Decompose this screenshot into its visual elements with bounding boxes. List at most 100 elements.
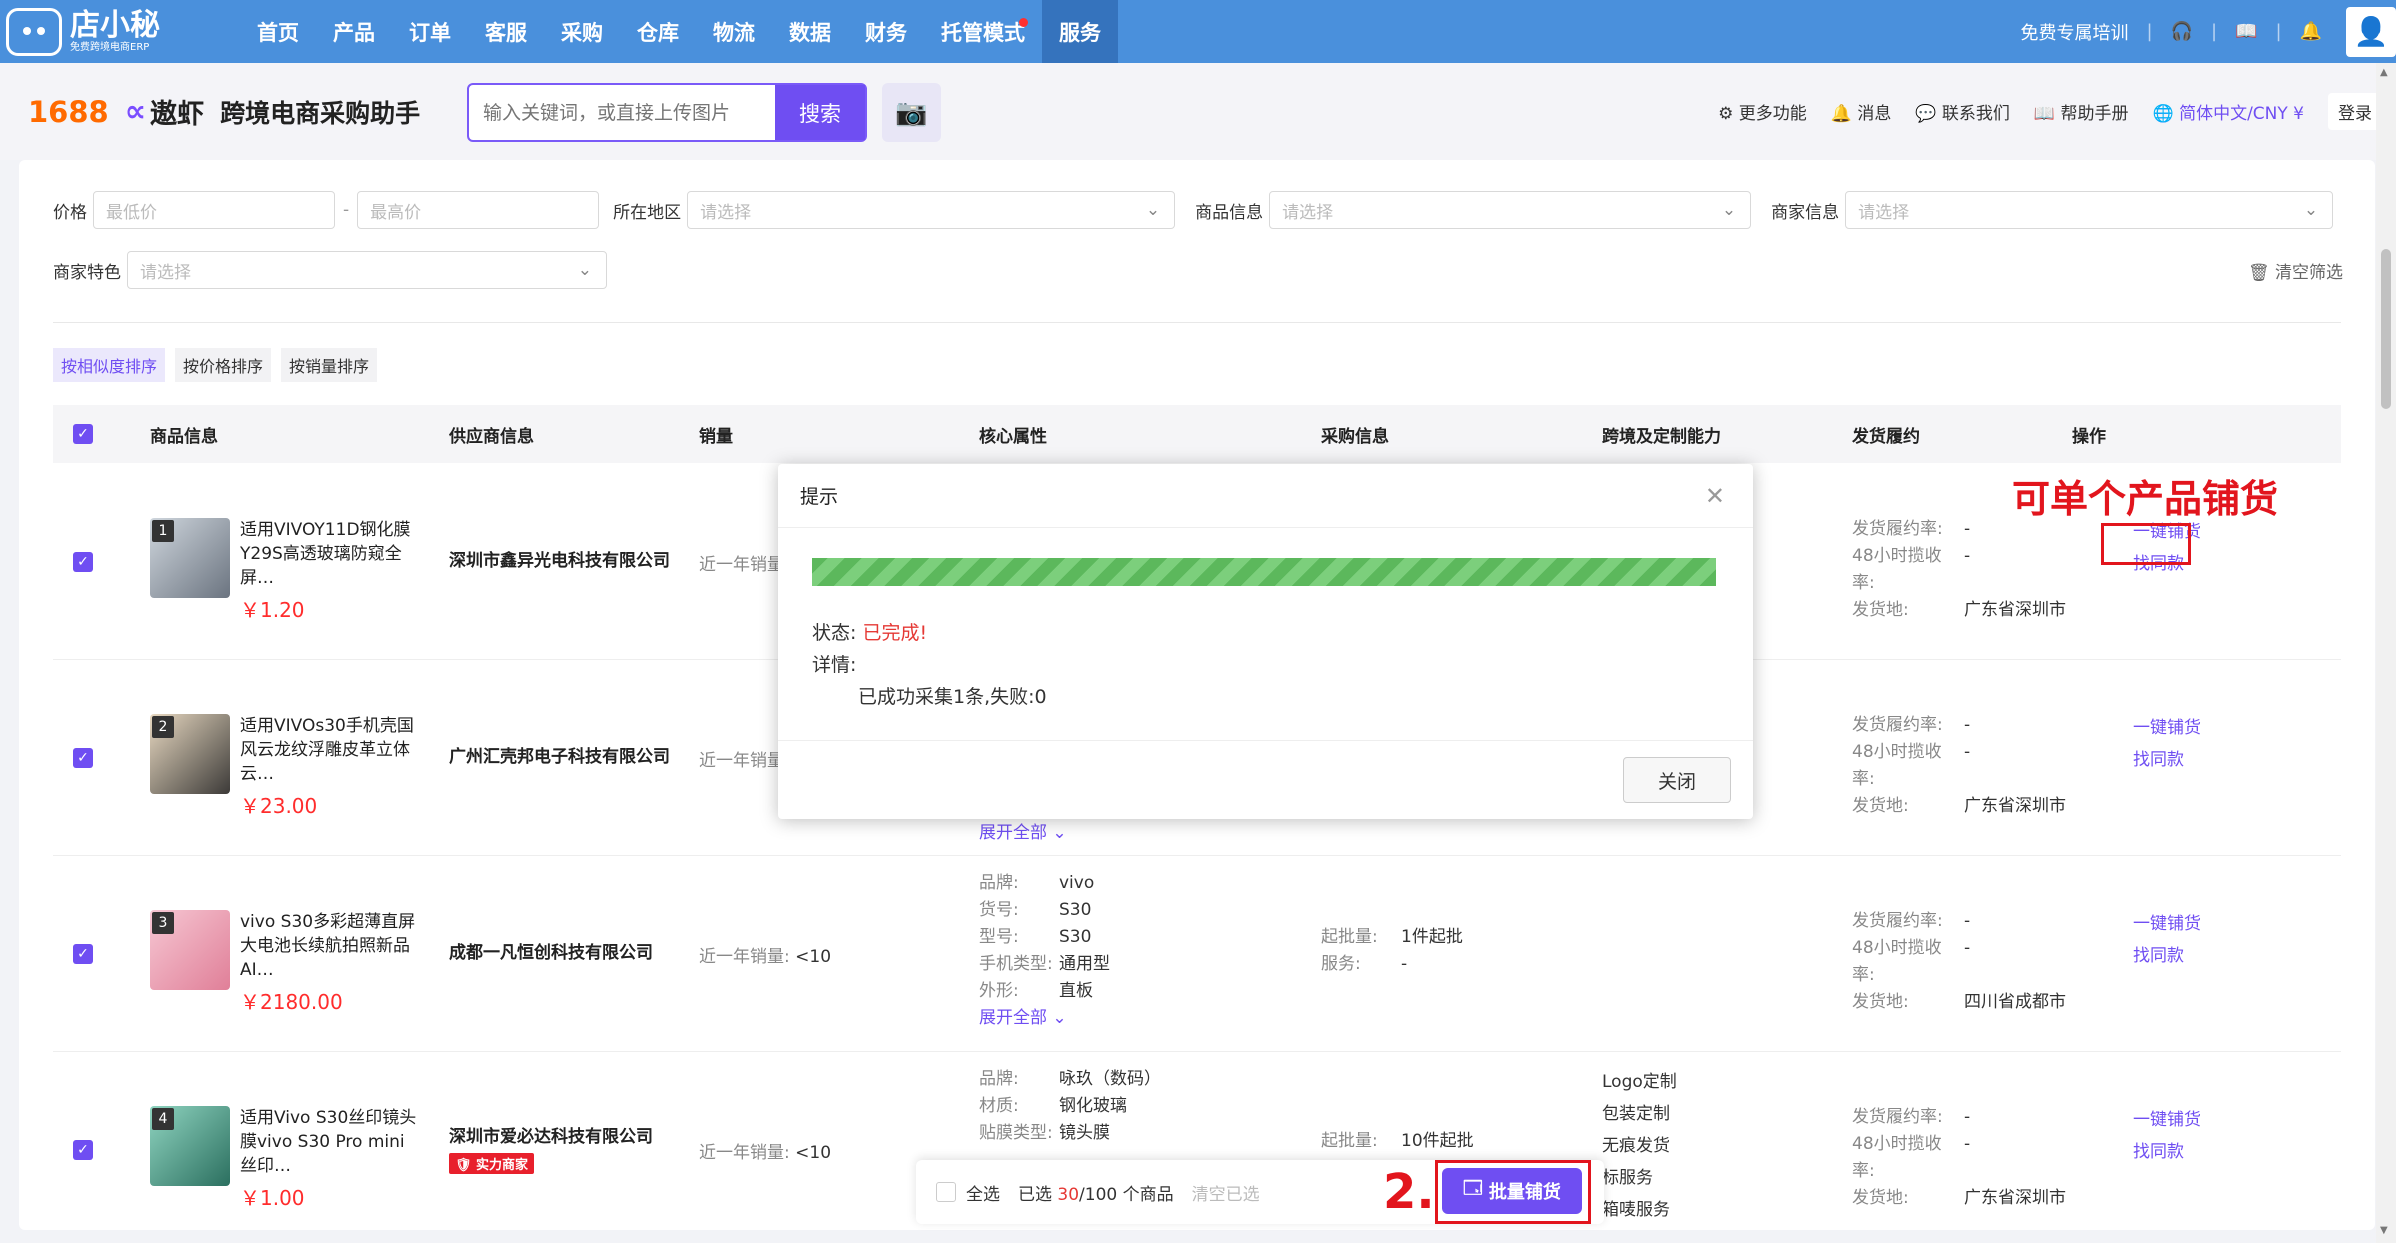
nav-item-products[interactable]: 产品: [316, 0, 392, 63]
one-click-list-button[interactable]: 一键铺货: [2133, 908, 2201, 940]
nav-item-data[interactable]: 数据: [772, 0, 848, 63]
image-search-camera-icon[interactable]: 📷: [882, 83, 941, 142]
app-logo[interactable]: 店小秘 免费跨境电商ERP: [6, 7, 226, 56]
clear-filters-button[interactable]: 🗑 清空筛选: [2248, 258, 2343, 283]
row-checkbox[interactable]: ✓: [73, 748, 93, 768]
product-thumbnail[interactable]: 3: [150, 910, 230, 990]
nav-item-logistics[interactable]: 物流: [696, 0, 772, 63]
supplier-name[interactable]: 成都一凡恒创科技有限公司: [449, 938, 653, 963]
attr-value: 直板: [1059, 981, 1093, 1001]
nav-item-finance[interactable]: 财务: [848, 0, 924, 63]
price-filter-label: 价格: [53, 202, 87, 223]
annotation-highlight-box: [1435, 1160, 1591, 1224]
table-header: ✓ 商品信息 供应商信息 销量 核心属性 采购信息 跨境及定制能力 发货履约 操…: [53, 405, 2341, 463]
user-avatar-icon[interactable]: 👤: [2346, 6, 2396, 57]
select-all-label[interactable]: 全选: [966, 1180, 1000, 1205]
clear-selected-button[interactable]: 清空已选: [1192, 1180, 1260, 1205]
moq-label: 起批量:: [1321, 927, 1378, 947]
language-currency-selector[interactable]: 🌐 简体中文/CNY ¥: [2153, 99, 2305, 124]
one-click-list-button[interactable]: 一键铺货: [2133, 1104, 2201, 1136]
nav-item-customer-service[interactable]: 客服: [468, 0, 544, 63]
sort-by-price[interactable]: 按价格排序: [175, 348, 272, 382]
search-input[interactable]: [469, 85, 775, 140]
attr-value: 镜头膜: [1059, 1123, 1110, 1143]
annotation-single-listing: 可单个产品铺货: [2012, 477, 2279, 521]
pickup-rate-label: 48小时揽收率:: [1852, 546, 1942, 593]
find-similar-button[interactable]: 找同款: [2133, 744, 2201, 776]
product-name[interactable]: vivo S30多彩超薄直屏大电池长续航拍照新品AI…: [240, 910, 420, 982]
close-icon[interactable]: ✕: [1705, 482, 1725, 510]
region-select[interactable]: 请选择 ⌄: [687, 191, 1176, 229]
product-name[interactable]: 适用VIVOs30手机壳国风云龙纹浮雕皮革立体云…: [240, 714, 420, 786]
nav-item-services[interactable]: 服务: [1042, 0, 1118, 63]
selected-prefix: 已选: [1018, 1184, 1052, 1205]
expand-all-label: 展开全部: [979, 823, 1047, 843]
nav-item-home[interactable]: 首页: [240, 0, 316, 63]
messages-label: 消息: [1857, 104, 1892, 124]
attr-value: 咏玖（数码）: [1059, 1069, 1161, 1089]
supplier-name[interactable]: 广州汇壳邦电子科技有限公司: [449, 742, 670, 767]
strength-merchant-badge: 🛡 实力商家: [449, 1153, 535, 1174]
robot-logo-icon: [6, 7, 62, 56]
strength-merchant-label: 实力商家: [476, 1158, 529, 1173]
product-thumbnail[interactable]: 2: [150, 714, 230, 794]
product-info-select[interactable]: 请选择 ⌄: [1269, 191, 1752, 229]
close-dialog-button[interactable]: 关闭: [1623, 757, 1731, 803]
more-features-link[interactable]: ⚙ 更多功能: [1718, 99, 1807, 124]
select-all-checkbox[interactable]: [936, 1182, 956, 1202]
messages-link[interactable]: 🔔 消息: [1831, 99, 1892, 124]
row-checkbox[interactable]: ✓: [73, 552, 93, 572]
merchant-info-filter-label: 商家信息: [1771, 202, 1840, 223]
nav-item-orders[interactable]: 订单: [392, 0, 468, 63]
divider: |: [2146, 21, 2153, 42]
fulfillment-rate-label: 发货履约率:: [1852, 1107, 1943, 1127]
row-checkbox[interactable]: ✓: [73, 944, 93, 964]
scroll-up-icon[interactable]: ▲: [2380, 67, 2388, 78]
fulfillment-rate-label: 发货履约率:: [1852, 715, 1943, 735]
book-icon[interactable]: 📖: [2235, 21, 2257, 42]
ship-origin-value: 广东省深圳市: [1964, 796, 2066, 816]
merchant-feature-select[interactable]: 请选择 ⌄: [127, 251, 607, 289]
progress-dialog: 提示 ✕ 状态: 已完成! 详情: 已成功采集1条,失败:0 关闭: [778, 464, 1753, 819]
custom-service-carton: 箱唛服务: [1602, 1200, 1670, 1220]
select-all-checkbox[interactable]: ✓: [73, 424, 93, 444]
bell-icon[interactable]: 🔔: [2300, 21, 2322, 42]
training-link[interactable]: 免费专属培训: [2021, 19, 2129, 45]
supplier-name[interactable]: 深圳市爱必达科技有限公司: [449, 1122, 653, 1147]
one-click-list-button[interactable]: 一键铺货: [2133, 712, 2201, 744]
pickup-rate-label: 48小时揽收率:: [1852, 742, 1942, 789]
merchant-info-select[interactable]: 请选择 ⌄: [1845, 191, 2334, 229]
find-similar-button[interactable]: 找同款: [2133, 940, 2201, 972]
logo-subtitle: 免费跨境电商ERP: [70, 41, 150, 53]
login-button[interactable]: 登录: [2328, 93, 2382, 130]
attr-label: 品牌:: [979, 1069, 1019, 1089]
supplier-name[interactable]: 深圳市鑫异光电科技有限公司: [449, 546, 670, 571]
product-thumbnail[interactable]: 4: [150, 1106, 230, 1186]
pickup-rate-value: -: [1964, 1134, 1971, 1154]
nav-item-hosting[interactable]: 托管模式: [924, 0, 1042, 63]
product-name[interactable]: 适用VIVOY11D钢化膜Y29S高透玻璃防窥全屏…: [240, 518, 420, 590]
scrollbar-thumb[interactable]: [2381, 249, 2391, 409]
search-button[interactable]: 搜索: [775, 85, 865, 140]
row-checkbox[interactable]: ✓: [73, 1140, 93, 1160]
product-thumbnail[interactable]: 1: [150, 518, 230, 598]
contact-us-link[interactable]: 💬 联系我们: [1915, 99, 2010, 124]
scroll-down-icon[interactable]: ▼: [2380, 1225, 2388, 1236]
nav-item-purchasing[interactable]: 采购: [544, 0, 620, 63]
expand-all-link[interactable]: 展开全部 ⌄: [979, 818, 1067, 843]
custom-service-package: 包装定制: [1602, 1104, 1670, 1124]
sort-by-sales[interactable]: 按销量排序: [281, 348, 378, 382]
nav-item-warehouse[interactable]: 仓库: [620, 0, 696, 63]
help-manual-link[interactable]: 📖 帮助手册: [2034, 99, 2129, 124]
sort-by-similarity[interactable]: 按相似度排序: [53, 348, 166, 382]
product-price: ￥1.20: [240, 598, 305, 622]
price-min-input[interactable]: 最低价: [93, 191, 335, 229]
find-similar-button[interactable]: 找同款: [2133, 1136, 2201, 1168]
ship-origin-label: 发货地:: [1852, 1188, 1909, 1208]
column-header-fulfillment: 发货履约: [1852, 426, 1920, 447]
page-scrollbar[interactable]: ▲ ▼: [2376, 63, 2396, 1243]
product-name[interactable]: 适用Vivo S30丝印镜头膜vivo S30 Pro mini丝印…: [240, 1106, 420, 1178]
price-max-input[interactable]: 最高价: [357, 191, 600, 229]
expand-all-link[interactable]: 展开全部 ⌄: [979, 1005, 1110, 1032]
headset-icon[interactable]: 🎧: [2171, 21, 2193, 42]
